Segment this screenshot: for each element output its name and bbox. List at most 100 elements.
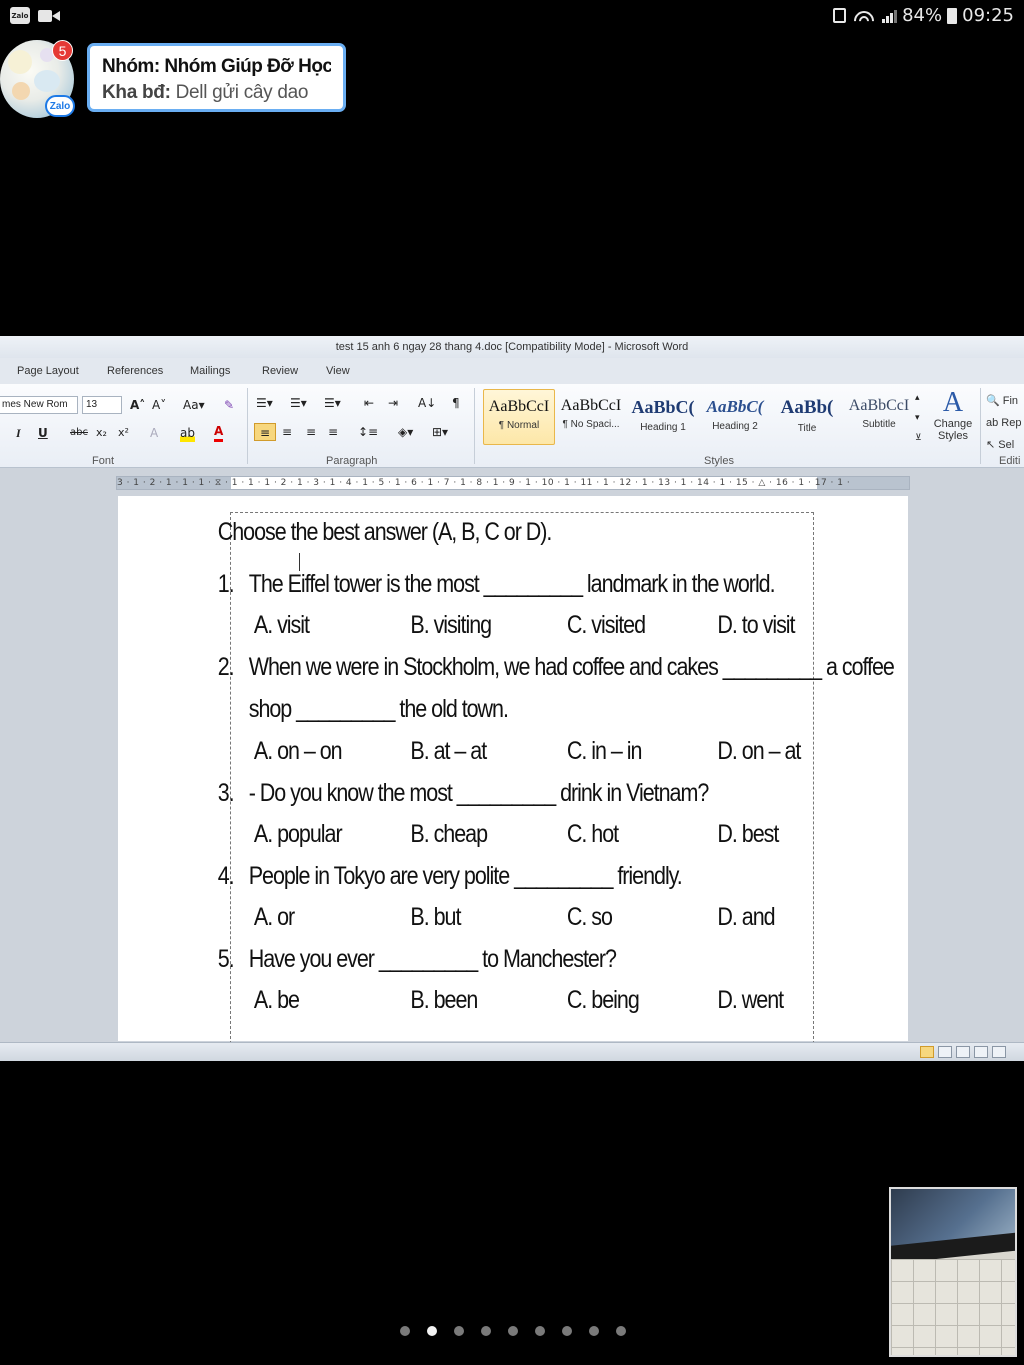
multilevel-list-icon[interactable]: ☰▾ — [324, 394, 341, 412]
style-name: ¶ Normal — [498, 420, 540, 431]
page-dot[interactable] — [616, 1326, 626, 1336]
replace-button[interactable]: ab Rep — [986, 412, 1021, 434]
select-button[interactable]: ↖ Sel — [986, 434, 1021, 456]
question-text: The Eiffel tower is the most _________ l… — [248, 570, 776, 598]
question-number: 3. — [217, 779, 235, 807]
document-page[interactable]: Choose the best answer (A, B, C or D). 1… — [118, 496, 908, 1044]
question-number: 5. — [217, 945, 235, 973]
grow-font-button[interactable]: A˄ — [130, 396, 145, 414]
option-c: C. so — [566, 903, 613, 931]
tab-review[interactable]: Review — [262, 365, 298, 377]
increase-indent-icon[interactable]: ⇥ — [388, 394, 398, 412]
style-name: Heading 2 — [712, 421, 758, 432]
styles-gallery: AaBbCcI ¶ Normal AaBbCcI ¶ No Spaci... A… — [481, 389, 922, 447]
option-b: B. but — [410, 903, 461, 931]
print-layout-view-icon[interactable] — [920, 1046, 934, 1058]
wifi-icon — [851, 7, 878, 24]
option-d: D. to visit — [717, 611, 795, 639]
word-status-bar — [0, 1042, 1024, 1061]
style-sample: AaBbC( — [631, 397, 695, 417]
notification-title: Nhóm: Nhóm Giúp Đỡ Học ... — [102, 56, 331, 77]
styles-more-icon[interactable]: ⊻ — [915, 429, 922, 447]
style-subtitle[interactable]: AaBbCcI Subtitle — [843, 389, 915, 445]
page-dot[interactable] — [481, 1326, 491, 1336]
style-title[interactable]: AaBb( Title — [771, 389, 843, 445]
change-styles-icon: A — [942, 387, 964, 418]
notification-body: Kha bđ: Dell gửi cây dao — [102, 82, 331, 104]
page-indicator — [400, 1326, 626, 1336]
align-left-button[interactable]: ≡ — [254, 423, 276, 441]
numbering-icon[interactable]: ☰▾ — [290, 394, 307, 412]
web-layout-icon[interactable] — [956, 1046, 970, 1058]
mouse-ibeam-cursor — [299, 553, 305, 571]
show-formatting-icon[interactable]: ¶ — [452, 394, 460, 412]
select-label: Sel — [998, 439, 1015, 451]
text-effects-icon[interactable]: A — [150, 424, 158, 442]
page-dot[interactable] — [454, 1326, 464, 1336]
style-normal[interactable]: AaBbCcI ¶ Normal — [483, 389, 555, 445]
change-case-button[interactable]: Aa▾ — [183, 396, 205, 414]
change-styles-button[interactable]: A Change Styles — [930, 387, 976, 443]
option-b: B. visiting — [410, 611, 492, 639]
page-dot[interactable] — [589, 1326, 599, 1336]
outline-view-icon[interactable] — [974, 1046, 988, 1058]
borders-icon[interactable]: ⊞▾ — [432, 423, 448, 441]
zalo-app-badge: Zalo — [45, 95, 75, 117]
bullets-icon[interactable]: ☰▾ — [256, 394, 273, 412]
full-screen-reading-icon[interactable] — [938, 1046, 952, 1058]
message-notification[interactable]: Nhóm: Nhóm Giúp Đỡ Học ... Kha bđ: Dell … — [87, 43, 346, 112]
page-dot[interactable] — [400, 1326, 410, 1336]
draft-view-icon[interactable] — [992, 1046, 1006, 1058]
question-number: 4. — [217, 862, 235, 890]
horizontal-ruler[interactable]: 3 · 1 · 2 · 1 · 1 · 1 · ⧖ · 1 · 1 · 1 · … — [116, 476, 910, 490]
style-name: Subtitle — [862, 419, 896, 430]
find-button[interactable]: 🔍 Fin — [986, 390, 1021, 412]
font-name-box[interactable]: mes New Rom — [0, 396, 78, 414]
font-color-icon[interactable]: A — [214, 424, 224, 442]
option-a: A. on – on — [253, 737, 343, 765]
superscript-button[interactable]: x² — [118, 424, 129, 442]
video-call-pip[interactable] — [889, 1187, 1017, 1357]
zalo-icon: Zalo — [10, 7, 30, 24]
underline-button[interactable]: U — [38, 424, 48, 442]
decrease-indent-icon[interactable]: ⇤ — [364, 394, 374, 412]
clock: 09:25 — [962, 5, 1014, 26]
option-b: B. cheap — [410, 820, 488, 848]
style-no-spacing[interactable]: AaBbCcI ¶ No Spaci... — [555, 389, 627, 445]
line-spacing-icon[interactable]: ↕≡ — [358, 423, 378, 441]
page-dot[interactable] — [508, 1326, 518, 1336]
styles-scroll-down-icon[interactable]: ▾ — [915, 409, 920, 427]
align-center-button[interactable]: ≡ — [282, 423, 292, 441]
shading-icon[interactable]: ◈▾ — [398, 423, 413, 441]
highlight-icon[interactable]: ab — [180, 424, 195, 442]
font-size-box[interactable]: 13 — [82, 396, 122, 414]
question-text: - Do you know the most _________ drink i… — [248, 779, 710, 807]
group-divider — [980, 388, 981, 464]
strikethrough-button[interactable]: abc — [70, 424, 88, 442]
subscript-button[interactable]: x₂ — [96, 424, 107, 442]
group-label-font: Font — [92, 455, 115, 467]
page-dot[interactable] — [535, 1326, 545, 1336]
align-right-button[interactable]: ≡ — [306, 423, 316, 441]
justify-button[interactable]: ≡ — [328, 423, 338, 441]
style-sample: AaBbCcI — [488, 398, 550, 415]
group-divider — [474, 388, 475, 464]
styles-scroll-up-icon[interactable]: ▴ — [915, 389, 920, 407]
find-label: Fin — [1002, 395, 1019, 407]
style-heading-1[interactable]: AaBbC( Heading 1 — [627, 389, 699, 445]
sort-icon[interactable]: A↓ — [418, 394, 436, 412]
shrink-font-button[interactable]: A˅ — [152, 396, 166, 414]
option-d: D. and — [717, 903, 775, 931]
tab-references[interactable]: References — [107, 365, 163, 377]
tab-view[interactable]: View — [326, 365, 350, 377]
italic-button[interactable]: I — [16, 424, 21, 442]
style-heading-2[interactable]: AaBbC( Heading 2 — [699, 389, 771, 445]
style-name: Heading 1 — [640, 422, 686, 433]
ribbon: mes New Rom 13 A˄ A˅ Aa▾ ✎ I U abc x₂ x²… — [0, 384, 1024, 468]
tab-mailings[interactable]: Mailings — [190, 365, 230, 377]
tab-page-layout[interactable]: Page Layout — [17, 365, 79, 377]
page-dot[interactable] — [427, 1326, 437, 1336]
change-styles-label: Change Styles — [933, 418, 973, 442]
clear-formatting-icon[interactable]: ✎ — [224, 396, 234, 414]
page-dot[interactable] — [562, 1326, 572, 1336]
